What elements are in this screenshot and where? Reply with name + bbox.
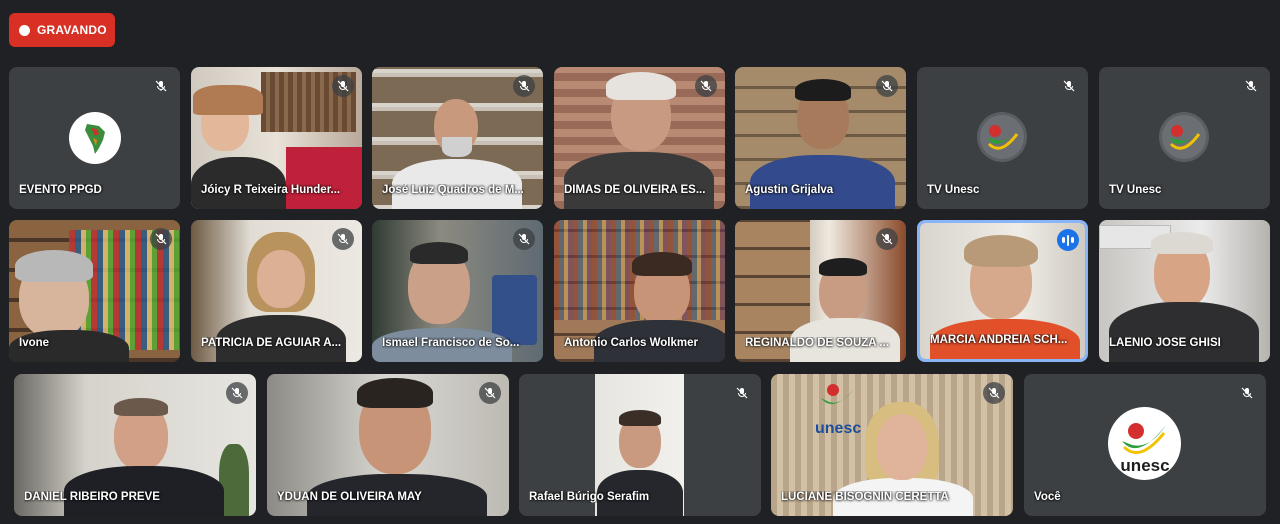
mic-muted-icon (513, 75, 535, 97)
mic-muted-icon (983, 382, 1005, 404)
mic-muted-icon (226, 382, 248, 404)
participant-name: MÁRCIA ANDRÉIA SCH... (930, 334, 1068, 346)
red-bedspread (286, 147, 362, 209)
participant-name: DANIEL RIBEIRO PRÉVE (24, 491, 160, 503)
participant-name: PATRÍCIA DE AGUIAR A... (201, 337, 342, 349)
unesc-avatar-icon (977, 112, 1027, 162)
participant-tile-ismael[interactable]: Ismael Francisco de So... (372, 220, 543, 362)
participant-name: Jóicy R Teixeira Hunder... (201, 184, 341, 196)
mic-muted-icon (479, 382, 501, 404)
participant-tile-patricia[interactable]: PATRÍCIA DE AGUIAR A... (191, 220, 362, 362)
participant-name: Agustin Grijalva (745, 184, 834, 196)
mic-muted-icon (332, 228, 354, 250)
participant-tile-reginaldo[interactable]: REGINALDO DE SOUZA ... (735, 220, 906, 362)
participant-name: José Luiz Quadros de M... (382, 184, 524, 196)
mic-muted-icon (695, 75, 717, 97)
participant-tile-self[interactable]: unesc Você (1024, 374, 1266, 516)
participant-name: EVENTO PPGD (19, 184, 102, 196)
event-logo (69, 112, 121, 164)
participant-name: DIMAS DE OLIVEIRA ES... (564, 184, 706, 196)
participant-tile-jose-luiz[interactable]: José Luiz Quadros de M... (372, 67, 543, 209)
unesc-avatar-icon (1159, 112, 1209, 162)
participant-tile-dimas[interactable]: DIMAS DE OLIVEIRA ES... (554, 67, 725, 209)
participant-name: Ismael Francisco de So... (382, 337, 520, 349)
participant-tile-rafael[interactable]: Rafael Búrigo Serafim (519, 374, 761, 516)
participant-name: LAÊNIO JOSÉ GHISI (1109, 337, 1221, 349)
unesc-wall-logo (815, 380, 861, 420)
mic-muted-icon (1240, 75, 1262, 97)
participant-name: REGINALDO DE SOUZA ... (745, 337, 889, 349)
participant-tile-luciane[interactable]: unesc LUCIANE BISOGNIN CERETTA (771, 374, 1013, 516)
mic-muted-icon (1058, 75, 1080, 97)
participant-tile-laenio[interactable]: LAÊNIO JOSÉ GHISI (1099, 220, 1270, 362)
mic-muted-icon (513, 228, 535, 250)
recording-label: GRAVANDO (37, 23, 107, 37)
participant-name: Ivone (19, 337, 50, 349)
mic-muted-icon (150, 75, 172, 97)
mic-muted-icon (332, 75, 354, 97)
mic-muted-icon (876, 228, 898, 250)
participant-name: Rafael Búrigo Serafim (529, 491, 650, 503)
participant-tile-ivone[interactable]: Ivone (9, 220, 180, 362)
participant-name: TV Unesc (927, 184, 980, 196)
participant-tile-joicy[interactable]: Jóicy R Teixeira Hunder... (191, 67, 362, 209)
mic-muted-icon (150, 228, 172, 250)
participant-tile-tv-unesc-2[interactable]: TV Unesc (1099, 67, 1270, 209)
person-body (191, 157, 286, 209)
person-body (564, 152, 714, 209)
recording-badge[interactable]: GRAVANDO (9, 13, 115, 47)
participant-tile-tv-unesc[interactable]: TV Unesc (917, 67, 1088, 209)
participant-name: Você (1034, 491, 1061, 503)
participant-name: TV Unesc (1109, 184, 1162, 196)
speaking-indicator-icon (1057, 229, 1079, 251)
participant-tile-marcia[interactable]: MÁRCIA ANDRÉIA SCH... (917, 220, 1088, 362)
participant-tile-antonio[interactable]: Antonio Carlos Wolkmer (554, 220, 725, 362)
participant-tile-yduan[interactable]: YDUAN DE OLIVEIRA MAY (267, 374, 509, 516)
mic-muted-icon (876, 75, 898, 97)
person-body (1109, 302, 1259, 362)
participant-name: Antonio Carlos Wolkmer (564, 337, 698, 349)
mic-muted-icon (731, 382, 753, 404)
unesc-avatar-text: unesc (1120, 456, 1170, 475)
mic-muted-icon[interactable] (1236, 382, 1258, 404)
record-dot-icon (19, 24, 30, 36)
participant-name: YDUAN DE OLIVEIRA MAY (277, 491, 422, 503)
person-body (750, 155, 895, 209)
participant-name: LUCIANE BISOGNIN CERETTA (781, 491, 949, 503)
participant-tile-agustin[interactable]: Agustin Grijalva (735, 67, 906, 209)
participant-tile-evento-ppgd[interactable]: EVENTO PPGD (9, 67, 180, 209)
participant-tile-daniel[interactable]: DANIEL RIBEIRO PRÉVE (14, 374, 256, 516)
